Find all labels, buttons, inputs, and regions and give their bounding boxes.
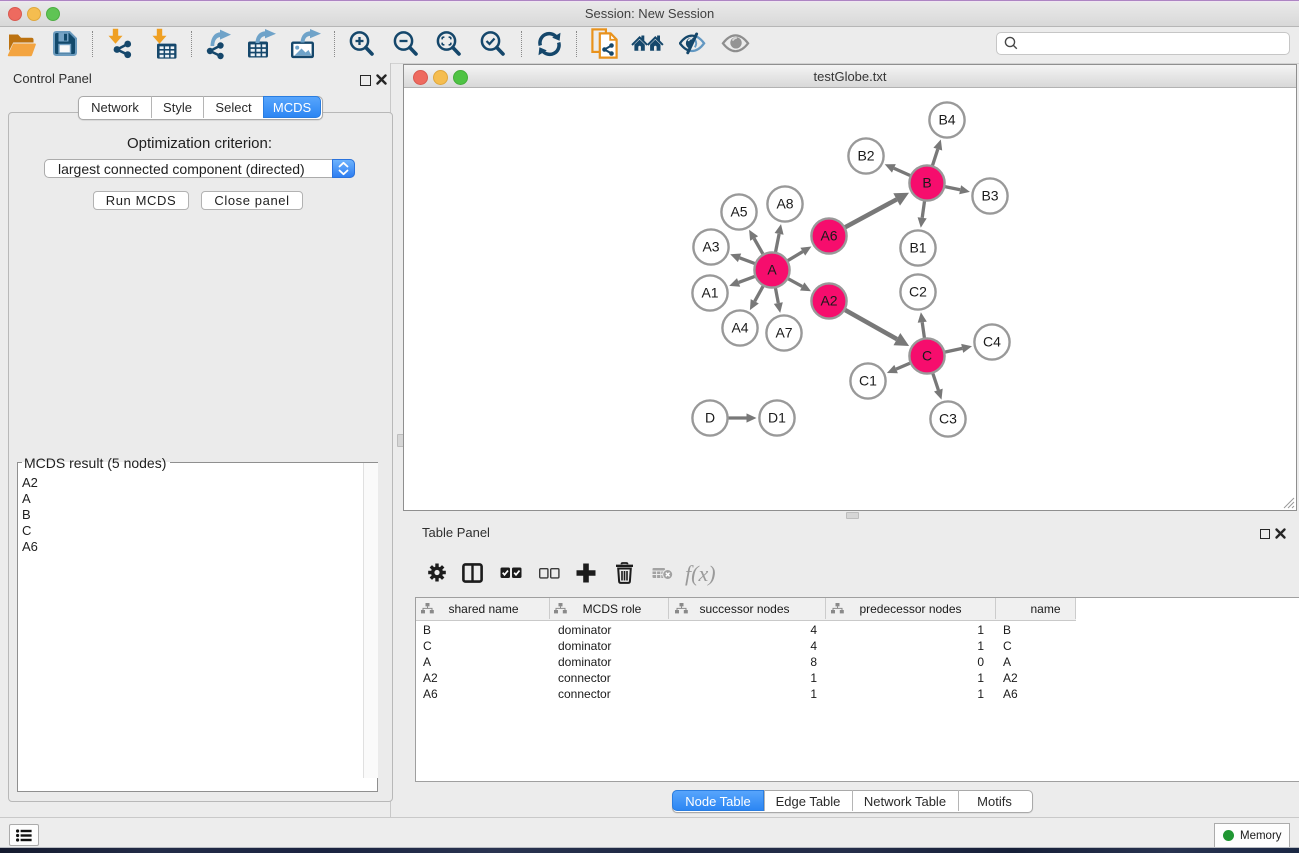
svg-text:B4: B4 [938, 112, 955, 128]
svg-text:C1: C1 [859, 373, 877, 389]
svg-text:B1: B1 [909, 240, 926, 256]
svg-text:D1: D1 [768, 410, 786, 426]
svg-text:A6: A6 [820, 228, 837, 244]
svg-text:B2: B2 [857, 148, 874, 164]
svg-text:A8: A8 [776, 196, 793, 212]
svg-text:A3: A3 [702, 239, 719, 255]
svg-text:A4: A4 [731, 320, 748, 336]
svg-text:D: D [705, 410, 715, 426]
svg-text:A: A [767, 262, 777, 278]
svg-text:B: B [922, 175, 931, 191]
svg-text:B3: B3 [981, 188, 998, 204]
svg-text:C4: C4 [983, 334, 1001, 350]
svg-text:A7: A7 [775, 325, 792, 341]
svg-text:A5: A5 [730, 204, 747, 220]
svg-text:C3: C3 [939, 411, 957, 427]
svg-text:A2: A2 [820, 293, 837, 309]
svg-text:C2: C2 [909, 284, 927, 300]
svg-text:C: C [922, 348, 932, 364]
svg-text:A1: A1 [701, 285, 718, 301]
